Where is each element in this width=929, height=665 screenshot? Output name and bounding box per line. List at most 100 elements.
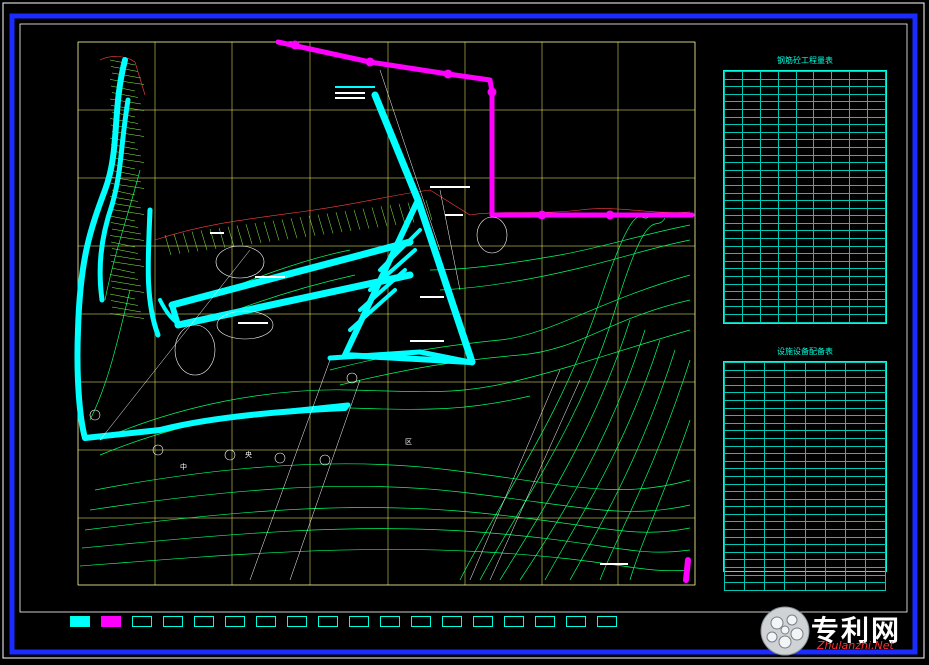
table-cell	[759, 230, 779, 240]
table-cell	[784, 392, 806, 401]
legend-swatch	[442, 616, 462, 627]
table-cell	[867, 314, 886, 323]
table-cell	[744, 362, 766, 371]
table-cell	[813, 93, 833, 103]
table-cell	[813, 215, 833, 224]
road-inner-mid	[145, 207, 161, 338]
table-cell	[777, 230, 797, 240]
table-cell	[764, 407, 786, 417]
table-cell	[849, 276, 868, 285]
table-cell	[804, 544, 826, 553]
table-cell	[784, 574, 806, 584]
table-cell	[777, 215, 797, 224]
table-cell	[813, 139, 833, 148]
table-cell	[844, 399, 866, 409]
table-cell	[813, 154, 833, 164]
table-cell	[864, 521, 887, 531]
table-cell	[831, 260, 851, 270]
table-cell	[804, 430, 826, 439]
table-cell	[864, 453, 887, 462]
table-row	[724, 139, 886, 148]
table-cell	[784, 498, 806, 508]
table-cell	[744, 559, 766, 569]
table-row	[723, 430, 887, 439]
table-cell	[724, 169, 743, 179]
table-cell	[724, 86, 743, 95]
legend-swatch	[349, 616, 369, 627]
table-cell	[831, 116, 851, 126]
table-row	[724, 268, 886, 278]
table-cell	[844, 475, 866, 485]
table-cell	[831, 314, 851, 323]
table-row	[723, 567, 887, 576]
table-cell	[741, 177, 761, 186]
table-cell	[864, 491, 887, 500]
pipe-node	[537, 210, 547, 220]
table-cell	[764, 399, 786, 409]
legend-swatch	[101, 616, 121, 627]
table-cell	[844, 460, 866, 470]
legend-swatch	[504, 616, 524, 627]
table-cell	[784, 521, 806, 531]
table-cell	[777, 169, 797, 179]
table-cell	[813, 192, 833, 202]
table-cell	[849, 78, 868, 88]
table-cell	[824, 384, 846, 394]
table-cell	[795, 230, 815, 240]
hatch-line	[344, 210, 352, 232]
table-cell	[759, 314, 779, 323]
table-cell	[824, 574, 846, 584]
table-cell	[824, 437, 846, 447]
table-cell	[777, 154, 797, 164]
hatch-line	[110, 85, 136, 92]
table-cell	[764, 437, 786, 447]
table-cell	[849, 116, 868, 126]
table-cell	[723, 513, 746, 523]
table-cell	[759, 207, 779, 217]
table-cell	[795, 162, 815, 171]
table-cell	[741, 238, 761, 247]
table-cell	[723, 460, 746, 470]
table-cell	[844, 574, 866, 584]
table-cell	[764, 574, 786, 584]
table-cell	[744, 430, 766, 439]
table-cell	[849, 260, 868, 270]
table-cell	[831, 184, 851, 194]
table-cell	[777, 314, 797, 323]
table-cell	[795, 177, 815, 186]
table-cell	[741, 169, 761, 179]
table-cell	[759, 222, 779, 232]
table-cell	[824, 559, 846, 569]
hatch-line	[272, 220, 280, 241]
table-cell	[724, 200, 743, 209]
table-cell	[777, 86, 797, 95]
table-cell	[777, 200, 797, 209]
table-cell	[849, 71, 868, 80]
table-cell	[804, 521, 826, 531]
table-cell	[784, 513, 806, 523]
table-cell	[813, 268, 833, 278]
table-cell	[813, 253, 833, 262]
table-cell	[759, 192, 779, 202]
table-cell	[849, 139, 868, 148]
table-row	[724, 276, 886, 285]
table-cell	[741, 215, 761, 224]
table-cell	[813, 169, 833, 179]
table-cell	[867, 86, 886, 95]
table-cell	[824, 415, 846, 424]
table-cell	[741, 71, 761, 80]
table-cell	[849, 298, 868, 308]
table-cell	[777, 146, 797, 156]
table-row	[724, 169, 886, 179]
table-cell	[784, 362, 806, 371]
hatch-line	[353, 209, 361, 230]
table-cell	[723, 399, 746, 409]
table-cell	[804, 407, 826, 417]
table-cell	[744, 369, 766, 379]
table-cell	[864, 559, 887, 569]
pipe-node	[605, 210, 615, 220]
table-cell	[867, 238, 886, 247]
table-cell	[724, 238, 743, 247]
table-row	[724, 215, 886, 224]
table-cell	[784, 460, 806, 470]
